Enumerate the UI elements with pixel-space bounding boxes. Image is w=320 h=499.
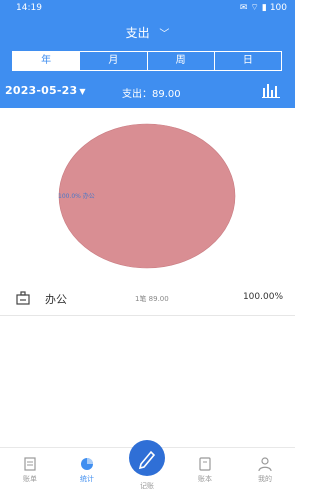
pie-slice-label: 100.0% 办公	[58, 192, 95, 200]
page-title: 支出	[125, 26, 150, 40]
status-icons: ✉ ⌔ ▮ 100	[239, 2, 287, 14]
pie-chart-svg: 100.0% 办公	[58, 123, 236, 269]
record-label: 记账	[140, 482, 154, 490]
tab-year[interactable]: 年	[13, 52, 81, 70]
notification-icon: ✉	[239, 2, 248, 13]
period-segmented-control: 年 月 周 日	[12, 51, 282, 71]
caret-down-icon: ▼	[79, 87, 86, 96]
status-bar: 14:19 ✉ ⌔ ▮ 100	[0, 0, 295, 18]
category-percent: 100.00%	[242, 292, 283, 302]
bar-chart-icon[interactable]	[262, 82, 280, 98]
date-picker[interactable]: 2023-05-23 ▼	[5, 84, 86, 97]
tab-label: 账本	[198, 475, 212, 483]
tab-label: 统计	[80, 475, 94, 483]
tab-month[interactable]: 月	[80, 52, 148, 70]
tab-bill[interactable]: 账单	[10, 456, 50, 484]
pie-chart: 100.0% 办公	[58, 123, 236, 269]
tab-label: 账单	[23, 475, 37, 483]
info-row: 2023-05-23 ▼ 支出：89.00	[0, 82, 295, 102]
bill-icon	[24, 457, 36, 471]
signal-icon: ▮	[261, 2, 267, 13]
wifi-icon: ⌔	[250, 3, 259, 13]
category-amount: 1笔 89.00	[135, 295, 169, 303]
office-icon	[16, 291, 30, 305]
battery-level: 100	[269, 2, 287, 13]
expense-total: 支出：89.00	[122, 89, 181, 100]
stats-icon	[81, 458, 93, 470]
pen-icon	[138, 450, 156, 470]
book-icon	[199, 457, 211, 471]
tab-day[interactable]: 日	[215, 52, 281, 70]
tab-stats[interactable]: 统计	[67, 456, 107, 484]
tab-week[interactable]: 周	[148, 52, 215, 70]
status-time: 14:19	[16, 3, 42, 13]
type-selector[interactable]: 支出 ﹀	[0, 24, 295, 41]
category-row[interactable]: 办公 1笔 89.00 100.00%	[0, 282, 295, 316]
record-button[interactable]	[129, 440, 165, 476]
chevron-down-icon: ﹀	[159, 29, 170, 40]
category-name: 办公	[45, 293, 67, 306]
user-icon	[258, 457, 272, 472]
tab-book[interactable]: 账本	[185, 456, 225, 484]
date-value: 2023-05-23	[5, 84, 78, 97]
header: 支出 ﹀ 年 月 周 日 2023-05-23 ▼ 支出：89.00	[0, 18, 295, 108]
tab-mine[interactable]: 我的	[245, 456, 285, 484]
tab-label: 我的	[258, 475, 272, 483]
